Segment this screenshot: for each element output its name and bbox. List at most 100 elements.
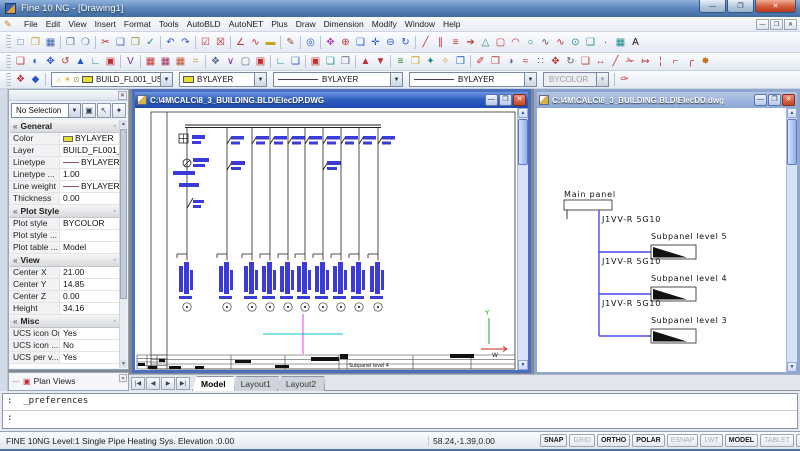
maximize-button[interactable]: ❐ <box>727 0 754 13</box>
toggle-model[interactable]: MODEL <box>725 434 758 447</box>
mdi-close-button[interactable]: ✕ <box>784 19 797 30</box>
close-button[interactable]: ✕ <box>755 0 796 13</box>
draworder-front-icon[interactable]: ▲ <box>358 54 373 69</box>
section-header-view[interactable]: «View▪ <box>10 254 119 267</box>
viewport-clip-icon[interactable]: ▣ <box>253 54 268 69</box>
selection-combo[interactable]: No Selection ▼ <box>11 103 81 118</box>
match-properties-icon[interactable]: ✓ <box>143 35 158 50</box>
text-icon[interactable]: A <box>628 35 643 50</box>
menu-view[interactable]: View <box>64 18 90 30</box>
layer-combo[interactable]: ☼☀⊙ BUILD_FL001_US ▼ <box>51 72 173 87</box>
linetype-combo[interactable]: BYLAYER ▼ <box>273 72 403 87</box>
menu-plus[interactable]: Plus <box>267 18 292 30</box>
fine-build-icon[interactable]: ❖ <box>13 72 28 87</box>
toolbar-grip[interactable] <box>6 73 11 87</box>
arc-icon[interactable]: ◠ <box>508 35 523 50</box>
toggle-tablet[interactable]: TABLET <box>760 434 794 447</box>
offset-icon[interactable]: ≈ <box>518 54 533 69</box>
scale-icon[interactable]: ❏ <box>578 54 593 69</box>
attribute-display-icon[interactable]: ▦ <box>143 54 158 69</box>
layer-lock-icon[interactable]: ⊙ <box>72 75 81 84</box>
viewport-polygonal-icon[interactable]: ∨ <box>223 54 238 69</box>
chamfer-icon[interactable]: ⌐ <box>668 54 683 69</box>
mdi-restore-button[interactable]: ❐ <box>770 19 783 30</box>
rectangle-icon[interactable]: ▢ <box>493 35 508 50</box>
lineweight-combo[interactable]: BYLAYER ▼ <box>409 72 537 87</box>
child-close-button[interactable]: ✕ <box>513 94 526 106</box>
lengthen-icon[interactable]: ╱ <box>608 54 623 69</box>
property-value[interactable]: 14.85 <box>60 279 119 290</box>
menu-modify[interactable]: Modify <box>368 18 401 30</box>
property-value[interactable]: BYLAYER <box>60 181 119 192</box>
menu-insert[interactable]: Insert <box>91 18 120 30</box>
child-maximize-button[interactable]: ❐ <box>499 94 512 106</box>
view-3d-icon[interactable]: ▲ <box>73 54 88 69</box>
layers-icon[interactable]: ❒ <box>408 54 423 69</box>
copy-object-icon[interactable]: ❐ <box>488 54 503 69</box>
rotate-icon[interactable]: ↻ <box>563 54 578 69</box>
section-header-plot-style[interactable]: «Plot Style▪ <box>10 205 119 218</box>
stretch-icon[interactable]: ↔ <box>593 54 608 69</box>
palette-scrollbar[interactable]: ▲ ▼ <box>119 120 127 368</box>
extend-icon[interactable]: ↦ <box>638 54 653 69</box>
drawing-canvas-elecdd[interactable]: Main panelJ1VV-R 5G10Subpanel level 5J1V… <box>537 108 786 372</box>
property-value[interactable]: 0.00 <box>60 291 119 302</box>
scrollbar-thumb[interactable] <box>518 119 528 165</box>
save-icon[interactable]: ▦ <box>43 35 58 50</box>
menu-help[interactable]: Help <box>439 18 464 30</box>
command-input-line[interactable]: : <box>3 411 797 428</box>
toggle-esnap[interactable]: ESNAP <box>667 434 699 447</box>
pen-icon[interactable]: ✎ <box>283 35 298 50</box>
insert-block2-icon[interactable]: ❑ <box>323 54 338 69</box>
menu-file[interactable]: File <box>20 18 42 30</box>
mdi-minimize-button[interactable]: — <box>756 19 769 30</box>
tab-layout2[interactable]: Layout2 <box>277 376 325 391</box>
angle-icon[interactable]: ∠ <box>233 35 248 50</box>
print-preview-icon[interactable]: ❍ <box>78 35 93 50</box>
layer-match-icon[interactable]: ❐ <box>453 54 468 69</box>
property-value[interactable]: BYLAYER <box>60 133 119 144</box>
zoom-realtime-icon[interactable]: ⊕ <box>338 35 353 50</box>
toolbar-grip[interactable] <box>6 55 11 69</box>
explode-icon[interactable]: ✸ <box>698 54 713 69</box>
open-icon[interactable]: ❒ <box>28 35 43 50</box>
dock-strip[interactable] <box>0 89 8 391</box>
trim-icon[interactable]: ✁ <box>623 54 638 69</box>
leader-icon[interactable]: ➔ <box>463 35 478 50</box>
menu-autonet[interactable]: AutoNET <box>225 18 268 30</box>
draworder-back-icon[interactable]: ▼ <box>373 54 388 69</box>
child-minimize-button[interactable]: — <box>754 94 767 106</box>
property-value[interactable]: BYCOLOR <box>60 218 119 229</box>
tab-model[interactable]: Model <box>192 376 235 391</box>
tab-nav-button-1[interactable]: ◀ <box>146 377 160 390</box>
chevron-down-icon[interactable]: ▼ <box>390 73 402 86</box>
child-titlebar[interactable]: C:\4M\CALC\8_3_BUILDING.BLD\ElecDP.DWG —… <box>135 92 528 108</box>
toggle-grid[interactable]: GRID <box>569 434 595 447</box>
chevron-down-icon[interactable]: ▼ <box>254 73 266 86</box>
drawing-canvas-elecdp[interactable]: YWSubpanel level 4 <box>135 108 517 370</box>
plot-style-manager-icon[interactable]: ✑ <box>617 72 632 87</box>
property-value[interactable]: Yes <box>60 352 119 363</box>
child-maximize-button[interactable]: ❐ <box>768 94 781 106</box>
tab-layout1[interactable]: Layout1 <box>232 376 280 391</box>
scroll-down-icon[interactable]: ▼ <box>518 360 528 370</box>
ucs-icon[interactable]: ∟ <box>88 54 103 69</box>
insert-block-icon[interactable]: ❑ <box>583 35 598 50</box>
property-value[interactable]: BYLAYER <box>60 157 119 168</box>
xref-icon[interactable]: ❒ <box>338 54 353 69</box>
toggle-ortho[interactable]: ORTHO <box>597 434 630 447</box>
line-icon[interactable]: ╱ <box>418 35 433 50</box>
property-value[interactable]: 1.00 <box>60 169 119 180</box>
plan-views-item[interactable]: — ▣ Plan Views <box>12 376 75 386</box>
menu-autobld[interactable]: AutoBLD <box>183 18 225 30</box>
render-icon[interactable]: ▣ <box>103 54 118 69</box>
viewport-rect-icon[interactable]: ▢ <box>238 54 253 69</box>
chevron-down-icon[interactable]: ▼ <box>160 73 172 86</box>
ruler-icon[interactable]: ▬ <box>263 35 278 50</box>
palette-close-icon[interactable]: ✕ <box>118 91 127 100</box>
drawing-icon[interactable]: ✎ <box>4 19 16 30</box>
snap-settings-icon[interactable]: ☒ <box>213 35 228 50</box>
chevron-down-icon[interactable]: ▼ <box>524 73 536 86</box>
divide-icon[interactable]: = <box>188 54 203 69</box>
vertical-scrollbar[interactable]: ▲ ▼ <box>786 108 797 372</box>
